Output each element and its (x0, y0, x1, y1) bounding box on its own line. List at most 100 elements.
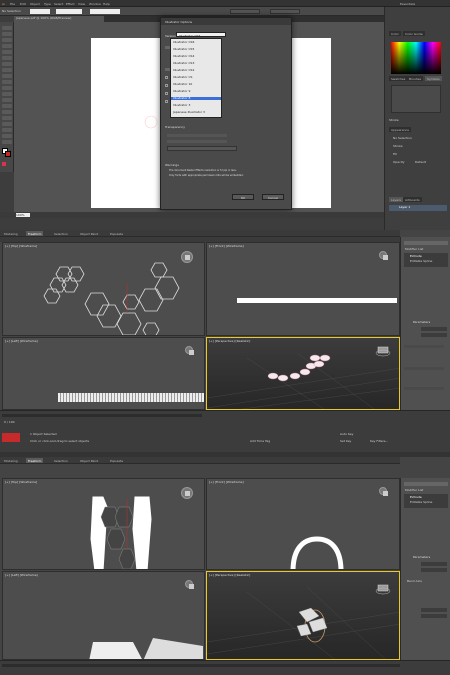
time-slider[interactable] (2, 664, 400, 667)
eraser-tool[interactable] (2, 86, 12, 90)
symbols-grid[interactable] (391, 85, 441, 113)
pencil-tool[interactable] (2, 74, 12, 78)
modifier-editable-spline[interactable]: Editable Spline (410, 501, 432, 504)
cancel-button[interactable]: Cancel (262, 194, 284, 200)
mapping-options[interactable] (404, 387, 444, 390)
object-name-field[interactable] (404, 241, 448, 245)
tab-freeform[interactable]: Freeform (26, 458, 44, 463)
pen-tool[interactable] (2, 44, 12, 48)
viewcube-icon[interactable] (379, 487, 388, 496)
viewcube-icon[interactable] (185, 580, 194, 589)
line-tool[interactable] (2, 56, 12, 60)
preserve-appearance-radio[interactable] (167, 140, 227, 143)
tab-populate[interactable]: Populate (108, 458, 125, 463)
viewport-left[interactable]: [+] [Left] [Wireframe] (2, 337, 205, 410)
modifier-extrude[interactable]: Extrude (410, 496, 422, 499)
rectangle-tool[interactable] (2, 62, 12, 66)
tab-modeling[interactable]: Modeling (2, 458, 20, 463)
layer-row[interactable]: Layer 1 (389, 205, 447, 211)
segments-field[interactable] (421, 333, 447, 337)
set-key-button[interactable]: Set Key (340, 440, 351, 443)
version-option[interactable]: Illustrator CS3 (173, 62, 194, 65)
key-filters-button[interactable]: Key Filters... (370, 440, 388, 443)
gradient-icon[interactable] (2, 162, 6, 166)
tab-modeling[interactable]: Modeling (2, 231, 20, 236)
stroke-swatch[interactable] (5, 151, 11, 157)
menu-view[interactable]: View (78, 2, 85, 6)
rotate-tool[interactable] (2, 92, 12, 96)
fill-dropdown[interactable] (30, 9, 50, 14)
brush-dropdown[interactable] (90, 9, 120, 14)
auto-key-button[interactable]: Auto Key (340, 433, 353, 436)
preserve-paths-radio[interactable] (167, 134, 227, 137)
version-option[interactable]: Illustrator 3 (173, 104, 190, 107)
upper-limit-field[interactable] (421, 608, 447, 612)
version-option[interactable]: Japanese Illustrator 3 (173, 111, 205, 114)
hand-tool[interactable] (2, 134, 12, 138)
add-time-tag[interactable]: Add Time Tag (250, 440, 270, 443)
tab-brushes[interactable]: Brushes (407, 76, 424, 81)
parameters-rollout[interactable]: Parameters (413, 556, 430, 559)
document-setup-button[interactable] (230, 9, 260, 14)
create-pdf-checkbox[interactable] (165, 76, 168, 79)
maxscript-listener[interactable] (2, 433, 20, 442)
color-spectrum[interactable] (391, 42, 441, 74)
magic-wand-tool[interactable] (2, 38, 12, 42)
tab-object-paint[interactable]: Object Paint (78, 458, 100, 463)
tab-freeform[interactable]: Freeform (26, 231, 44, 236)
zoom-field[interactable]: 100% (16, 213, 30, 217)
include-linked-checkbox[interactable] (165, 84, 168, 87)
tab-artboards[interactable]: Artboards (403, 197, 422, 202)
menu-type[interactable]: Type (44, 2, 51, 6)
workspace-switcher[interactable]: Essentials (400, 2, 415, 6)
angle-field[interactable] (421, 562, 447, 566)
version-option[interactable]: Illustrator CS6 (173, 41, 194, 44)
tab-selection[interactable]: Selection (52, 458, 70, 463)
parameters-rollout[interactable]: Parameters (413, 321, 430, 324)
use-compression-checkbox[interactable] (165, 100, 168, 103)
version-dropdown[interactable]: Illustrator CS6 (176, 32, 226, 38)
version-option[interactable]: Illustrator CS (173, 76, 192, 79)
menu-object[interactable]: Object (30, 2, 40, 6)
eyedropper-tool[interactable] (2, 128, 12, 132)
object-name-field[interactable] (404, 482, 448, 486)
amount-field[interactable] (421, 327, 447, 331)
viewport-front[interactable]: [+] [Front] [Wireframe] (206, 478, 400, 570)
preferences-button[interactable] (270, 9, 300, 14)
preset-dropdown[interactable] (167, 146, 237, 151)
width-tool[interactable] (2, 104, 12, 108)
appearance-opacity[interactable]: Opacity (393, 161, 405, 164)
time-slider[interactable] (2, 414, 202, 417)
tab-color-guide[interactable]: Color Guide (403, 31, 425, 36)
stroke-weight-field[interactable] (56, 9, 82, 14)
viewport-top[interactable]: [+] [Top] [Wireframe] (2, 242, 205, 336)
gradient-tool[interactable] (2, 122, 12, 126)
viewport-front[interactable]: [+] [Front] [Wireframe] (206, 242, 400, 336)
type-tool[interactable] (2, 50, 12, 54)
viewcube-icon[interactable] (185, 346, 194, 355)
tab-populate[interactable]: Populate (108, 231, 125, 236)
blob-brush-tool[interactable] (2, 80, 12, 84)
free-transform-tool[interactable] (2, 110, 12, 114)
menu-window[interactable]: Window (89, 2, 101, 6)
viewport-left[interactable]: [+] [Left] [Wireframe] (2, 571, 205, 660)
viewport-top[interactable]: [+] [Top] [Wireframe] (2, 478, 205, 570)
ok-button[interactable]: OK (232, 194, 254, 200)
tab-appearance[interactable]: Appearance (389, 127, 412, 132)
version-option[interactable]: Illustrator CS5 (173, 48, 194, 51)
menu-file[interactable]: File (10, 2, 15, 6)
version-option[interactable]: Illustrator 10 (173, 83, 192, 86)
paintbrush-tool[interactable] (2, 68, 12, 72)
zoom-tool[interactable] (2, 140, 12, 144)
direction-field[interactable] (421, 568, 447, 572)
modifier-list-label[interactable]: Modifier List (405, 489, 423, 492)
direct-selection-tool[interactable] (2, 32, 12, 36)
viewcube-icon[interactable] (379, 251, 388, 260)
menu-help[interactable]: Help (103, 2, 110, 6)
modifier-list-label[interactable]: Modifier List (405, 248, 423, 251)
tab-object-paint[interactable]: Object Paint (78, 231, 100, 236)
lower-limit-field[interactable] (421, 614, 447, 618)
appearance-fill[interactable]: Fill (393, 153, 397, 156)
menu-edit[interactable]: Edit (20, 2, 26, 6)
viewport-perspective[interactable]: [+] [Perspective] [Realistic] (206, 571, 400, 660)
